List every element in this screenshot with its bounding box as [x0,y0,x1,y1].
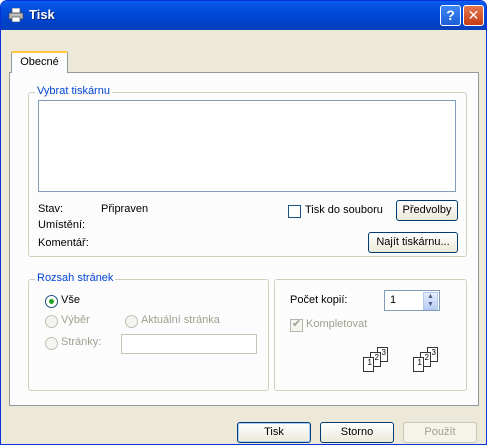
printer-list[interactable] [38,100,456,192]
copies-input[interactable]: 1 ▲ ▼ [384,290,440,311]
close-button[interactable]: ✕ [463,5,484,26]
collate-icon: 3 2 1 [407,347,451,375]
find-printer-button[interactable]: Najít tiskárnu... [368,232,458,253]
tab-general[interactable]: Obecné [11,51,68,73]
pages-label: Stránky: [61,336,102,348]
question-icon: ? [446,7,455,23]
print-to-file-label: Tisk do souboru [305,204,383,216]
comment-label: Komentář: [38,237,89,249]
help-button[interactable]: ? [440,5,461,26]
print-to-file-checkbox[interactable] [288,205,301,218]
print-button[interactable]: Tisk [237,422,311,443]
all-pages-label: Vše [61,294,80,306]
copies-label: Počet kopií: [290,294,348,306]
status-label: Stav: [38,203,64,215]
check-icon: ✔ [292,318,302,330]
cancel-button[interactable]: Storno [320,422,394,443]
spin-up-icon: ▲ [427,293,434,300]
printer-icon [8,8,24,22]
page-icon: 1 [413,357,424,372]
selection-radio[interactable] [45,315,58,328]
collate-checkbox[interactable]: ✔ [290,318,303,332]
printer-group-title: Vybrat tiskárnu [35,85,112,97]
page-icon: 1 [363,357,374,372]
selected-dot-icon [49,299,54,304]
apply-button[interactable]: Použít [403,422,477,443]
collate-icon: 3 2 1 [357,347,401,375]
close-icon: ✕ [467,7,480,23]
current-page-label: Aktuální stránka [141,314,220,326]
collate-label: Kompletovat [306,318,368,330]
page-range-title: Rozsah stránek [35,272,116,284]
all-pages-radio[interactable] [45,295,58,308]
preferences-button[interactable]: Předvolby [396,200,458,221]
location-label: Umístění: [38,219,86,231]
status-value: Připraven [101,203,149,215]
current-page-radio[interactable] [125,315,138,328]
spin-down-icon: ▼ [427,301,434,308]
copies-spinner[interactable]: ▲ ▼ [423,292,438,310]
pages-radio[interactable] [45,337,58,350]
copies-value: 1 [390,294,397,306]
selection-label: Výběr [61,314,90,326]
window-title: Tisk [29,7,55,22]
title-bar[interactable]: Tisk ? ✕ [1,1,486,30]
print-dialog: Tisk ? ✕ Obecné Vybrat tiskárnu Stav: Př… [0,0,487,445]
pages-input[interactable] [121,334,257,354]
